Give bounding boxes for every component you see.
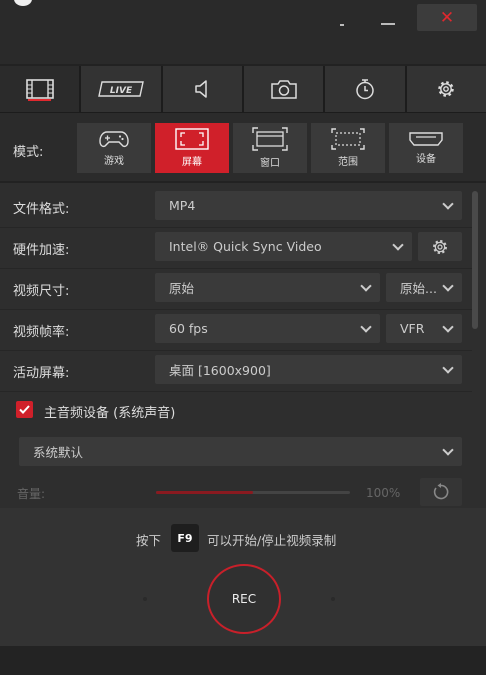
mode-region-label: 范围: [338, 157, 358, 168]
mode-device-button[interactable]: 设备: [389, 123, 463, 173]
divider: [0, 350, 472, 351]
audio-device-value: 系统默认: [33, 445, 84, 460]
tab-timer[interactable]: [325, 66, 405, 112]
decor-dot: [143, 597, 147, 601]
chevron-down-icon: [442, 444, 454, 456]
fullscreen-icon: [175, 128, 209, 150]
video-size-preset-select[interactable]: 原始...: [386, 273, 462, 302]
file-format-label: 文件格式:: [13, 202, 70, 217]
mode-screen-label: 屏幕: [182, 157, 202, 168]
main-tabs: LIVE: [0, 66, 486, 113]
tab-video[interactable]: [0, 66, 80, 112]
menu-dots-button[interactable]: [326, 4, 358, 32]
hw-accel-value: Intel® Quick Sync Video: [169, 239, 322, 254]
frame-rate-value: 60 fps: [169, 321, 208, 336]
chevron-down-icon: [360, 280, 372, 292]
close-button[interactable]: ✕: [417, 4, 477, 31]
divider: [0, 391, 472, 392]
volume-value: 100%: [366, 486, 401, 500]
volume-slider-fill: [156, 491, 253, 494]
volume-label: 音量:: [17, 487, 46, 501]
chevron-down-icon: [360, 321, 372, 333]
tab-live[interactable]: LIVE: [81, 66, 161, 112]
camera-icon: [270, 80, 297, 99]
app-logo: [14, 0, 32, 6]
mode-game-label: 游戏: [104, 156, 124, 167]
file-format-value: MP4: [169, 198, 196, 213]
divider: [0, 268, 472, 269]
live-icon: LIVE: [98, 81, 144, 97]
tab-settings[interactable]: [406, 66, 486, 112]
stopwatch-icon: [356, 79, 374, 100]
file-format-select[interactable]: MP4: [155, 191, 462, 220]
mode-region-button[interactable]: 范围: [311, 123, 385, 173]
mode-screen-button[interactable]: 屏幕: [155, 123, 229, 173]
gear-icon: [433, 239, 447, 254]
hw-accel-settings-button[interactable]: [418, 232, 462, 261]
live-label: LIVE: [110, 86, 133, 96]
chevron-down-icon: [442, 321, 454, 333]
chevron-down-icon: [392, 239, 404, 251]
decor-dot: [331, 597, 335, 601]
active-screen-label: 活动屏幕:: [13, 366, 70, 381]
gamepad-icon: [99, 131, 129, 148]
chevron-down-icon: [442, 198, 454, 210]
region-icon: [331, 128, 365, 150]
minimize-button[interactable]: [372, 4, 404, 32]
chevron-down-icon: [442, 280, 454, 292]
main-audio-label: 主音频设备 (系统声音): [44, 406, 176, 421]
frame-rate-select[interactable]: 60 fps: [155, 314, 380, 343]
mode-window-label: 窗口: [260, 158, 280, 169]
record-button-label: REC: [231, 592, 257, 606]
mode-game-button[interactable]: 游戏: [77, 123, 151, 173]
gear-icon: [438, 81, 455, 97]
record-button[interactable]: REC: [207, 564, 281, 634]
close-icon: ✕: [439, 7, 455, 28]
speaker-icon: [195, 80, 208, 98]
video-size-preset-value: 原始...: [400, 281, 437, 296]
hw-accel-label: 硬件加速:: [13, 243, 70, 258]
tab-audio[interactable]: [162, 66, 242, 112]
dash-icon: [340, 24, 344, 26]
mode-device-label: 设备: [416, 154, 436, 165]
window-icon: [252, 127, 288, 151]
audio-device-select[interactable]: 系统默认: [19, 437, 462, 466]
video-size-value: 原始: [169, 281, 195, 296]
divider: [0, 309, 472, 310]
frame-rate-label: 视频帧率:: [13, 325, 70, 340]
minimize-icon: [381, 23, 395, 25]
hw-accel-select[interactable]: Intel® Quick Sync Video: [155, 232, 412, 261]
active-screen-select[interactable]: 桌面 [1600x900]: [155, 355, 462, 384]
chevron-down-icon: [442, 362, 454, 374]
tab-screenshot[interactable]: [243, 66, 324, 112]
settings-scrollbar[interactable]: [472, 191, 478, 329]
reset-icon: [433, 483, 449, 500]
mode-window-button[interactable]: 窗口: [233, 123, 307, 173]
frame-rate-mode-select[interactable]: VFR: [386, 314, 462, 343]
video-size-select[interactable]: 原始: [155, 273, 380, 302]
hdmi-icon: [409, 132, 443, 146]
title-bar: ✕: [0, 0, 486, 64]
divider: [0, 227, 472, 228]
hotkey-badge: F9: [171, 524, 199, 552]
video-size-label: 视频尺寸:: [13, 284, 70, 299]
footer: [0, 646, 486, 675]
mode-section: 模式: 游戏 屏幕 窗口 范围 设备: [0, 113, 486, 181]
mode-label: 模式:: [13, 145, 44, 160]
volume-slider[interactable]: [156, 491, 350, 494]
frame-rate-mode-value: VFR: [400, 321, 425, 336]
hint-suffix: 可以开始/停止视频录制: [207, 533, 337, 548]
active-screen-value: 桌面 [1600x900]: [169, 363, 271, 378]
checkmark-icon: [19, 405, 30, 414]
film-icon: [25, 79, 54, 99]
hint-prefix: 按下: [136, 533, 162, 548]
main-audio-checkbox[interactable]: [16, 401, 33, 418]
volume-reset-button[interactable]: [420, 478, 462, 506]
